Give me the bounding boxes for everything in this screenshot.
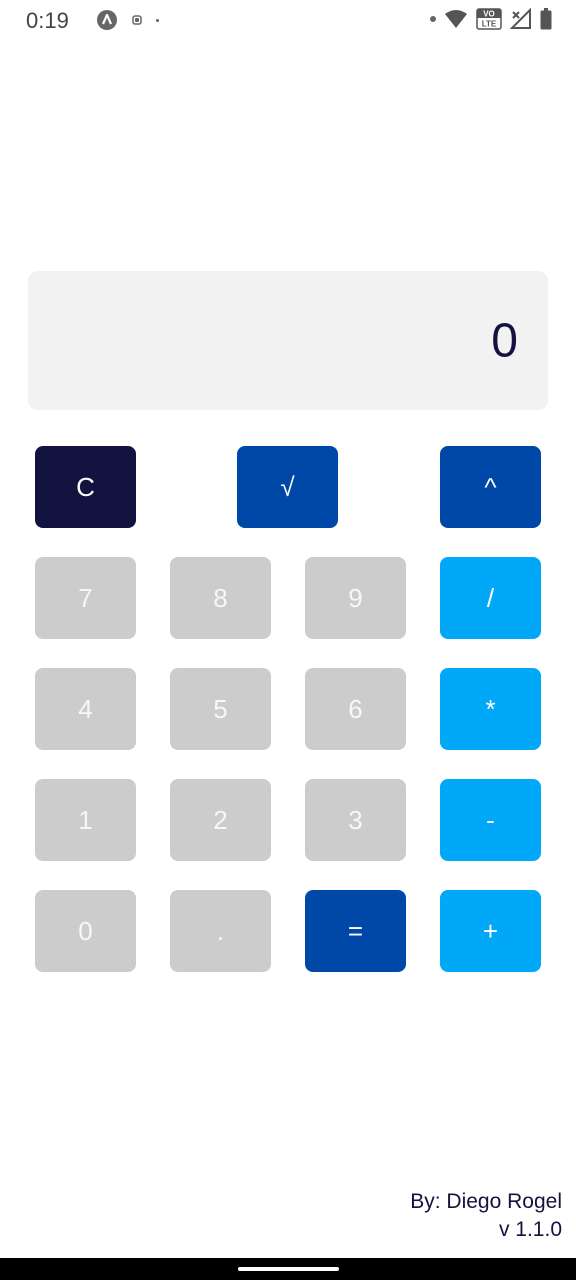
- record-icon: [132, 15, 142, 25]
- app-notification-icon: [97, 10, 117, 30]
- digit-9-button[interactable]: 9: [305, 557, 406, 639]
- calculator-screen: 0:19 VO LTE 0 C √ ^ 7 8 9 / 4 5 6 * 1 2 …: [0, 0, 576, 1280]
- digit-2-button[interactable]: 2: [170, 779, 271, 861]
- dot-icon: [156, 18, 159, 22]
- no-signal-icon: [510, 8, 531, 29]
- digit-0-button[interactable]: 0: [35, 890, 136, 972]
- notification-dot-icon: [430, 16, 436, 22]
- author-label: By: Diego Rogel: [410, 1190, 562, 1213]
- home-gesture-handle[interactable]: [238, 1267, 339, 1271]
- display-value: 0: [491, 314, 518, 367]
- clear-button[interactable]: C: [35, 446, 136, 528]
- digit-4-button[interactable]: 4: [35, 668, 136, 750]
- digit-3-button[interactable]: 3: [305, 779, 406, 861]
- volte-top-label: VO: [483, 10, 495, 19]
- status-time: 0:19: [26, 8, 69, 33]
- status-left-icons: [96, 9, 159, 31]
- volte-bottom-label: LTE: [482, 20, 497, 29]
- calculator-display: 0: [28, 271, 548, 410]
- version-label: v 1.1.0: [498, 1218, 562, 1241]
- footer: By: Diego Rogel v 1.1.0: [410, 1188, 562, 1244]
- plus-button[interactable]: +: [440, 890, 541, 972]
- wifi-icon: [445, 10, 467, 28]
- multiply-button[interactable]: *: [440, 668, 541, 750]
- status-right-icons: VO LTE: [430, 8, 552, 30]
- minus-button[interactable]: -: [440, 779, 541, 861]
- digit-5-button[interactable]: 5: [170, 668, 271, 750]
- power-button[interactable]: ^: [440, 446, 541, 528]
- volte-icon: VO LTE: [476, 8, 502, 30]
- battery-icon: [540, 8, 552, 30]
- digit-6-button[interactable]: 6: [305, 668, 406, 750]
- digit-8-button[interactable]: 8: [170, 557, 271, 639]
- decimal-button[interactable]: .: [170, 890, 271, 972]
- navigation-bar: [0, 1258, 576, 1280]
- digit-1-button[interactable]: 1: [35, 779, 136, 861]
- status-bar: 0:19 VO LTE: [0, 0, 576, 42]
- divide-button[interactable]: /: [440, 557, 541, 639]
- equals-button[interactable]: =: [305, 890, 406, 972]
- digit-7-button[interactable]: 7: [35, 557, 136, 639]
- sqrt-button[interactable]: √: [237, 446, 338, 528]
